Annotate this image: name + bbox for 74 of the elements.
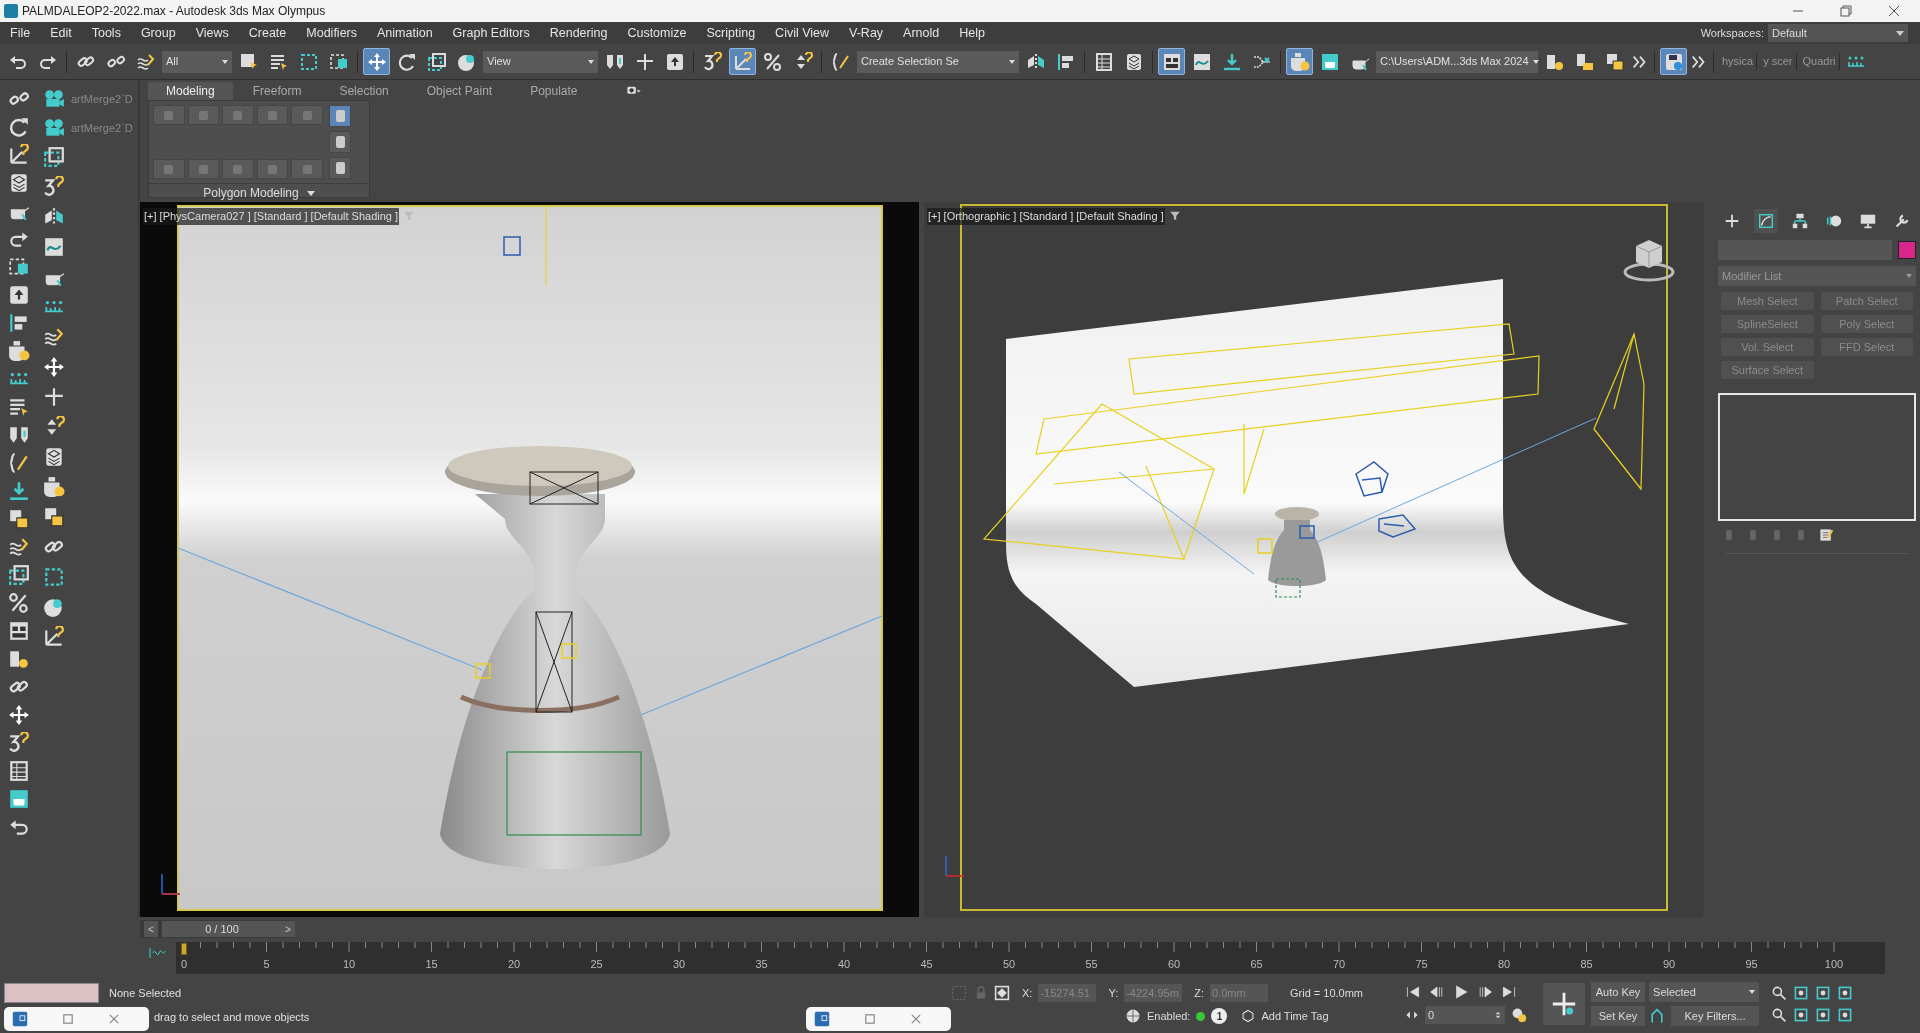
frame-number: 70	[1332, 957, 1346, 972]
coordinate-label: Z:	[1194, 985, 1204, 1001]
toolbar-dropdown[interactable]: Create Selection Se	[857, 50, 1019, 73]
frame-number: 60	[1167, 957, 1181, 972]
set-key-button[interactable]: Set Key	[1591, 1006, 1646, 1026]
enabled-label: Enabled:	[1147, 1008, 1191, 1024]
time-slider-thumb[interactable]: 0 / 100	[162, 921, 282, 937]
frame-number: 5	[263, 957, 270, 972]
frame-number: 75	[1415, 957, 1428, 972]
frame-number: 20	[507, 957, 521, 972]
layer-badge[interactable]: 1	[1211, 1008, 1228, 1024]
current-frame-field[interactable]: 0	[1425, 1006, 1506, 1024]
auto-key-button[interactable]: Auto Key	[1591, 982, 1646, 1002]
grid-size-text: Grid = 10.0mm	[1290, 985, 1364, 1001]
frame-number: 35	[755, 957, 768, 972]
frame-number: 80	[1497, 957, 1511, 972]
menu-item[interactable]: Tools	[81, 23, 131, 43]
frame-number: 100	[1824, 957, 1844, 972]
menu-item[interactable]: Edit	[40, 23, 82, 43]
viewport-label[interactable]: [+] [PhysCamera027 ] [Standard ] [Default Shading ]	[143, 208, 400, 225]
frame-number: 10	[342, 957, 356, 972]
window-title: PALMDALEOP2-2022.max - Autodesk 3ds Max Olympus	[22, 3, 326, 20]
frame-number: 40	[837, 957, 851, 972]
frame-number: 50	[1002, 957, 1016, 972]
time-ruler[interactable]: 0 5 10 15 20 25 30 35 40 45 50 55 60 65 70 75 80 85 90 95 100	[176, 942, 1885, 974]
frame-number: 95	[1745, 957, 1758, 972]
frame-number: 55	[1085, 957, 1098, 972]
viewport[interactable]: [+] [PhysCamera027 ] [Standard ] [Default Shading ]	[140, 202, 919, 917]
frame-number: 30	[672, 957, 686, 972]
selection-status: None Selected	[109, 985, 182, 1001]
key-filters-button[interactable]: Key Filters...	[1671, 1006, 1760, 1026]
menu-item[interactable]: Help	[949, 23, 995, 43]
coordinate-label: X:	[1022, 985, 1033, 1001]
frame-number: 0	[180, 957, 188, 972]
frame-number: 85	[1580, 957, 1593, 972]
menu-item[interactable]: Customize	[617, 23, 697, 43]
menu-item[interactable]: Modifiers	[296, 23, 367, 43]
shelf-label[interactable]: Quadri	[1799, 53, 1840, 70]
menu-item[interactable]: File	[0, 23, 41, 43]
ribbon-tab[interactable]: Freeform	[234, 82, 320, 100]
add-time-tag-link[interactable]: Add Time Tag	[1261, 1007, 1329, 1025]
workspaces-dropdown[interactable]: Default	[1768, 24, 1908, 42]
toolbar-dropdown[interactable]: C:\Users\ADM...3ds Max 2024	[1376, 50, 1538, 73]
frame-number: 25	[590, 957, 603, 972]
menu-item[interactable]: Create	[238, 23, 297, 43]
workspaces-label: Workspaces:	[1700, 25, 1764, 41]
menu-item[interactable]: Group	[130, 23, 186, 43]
prompt-text: drag to select and move objects	[154, 1009, 310, 1025]
menu-item[interactable]: Graph Editors	[442, 23, 540, 43]
viewport[interactable]: [+] [Orthographic ] [Standard ] [Default Shading ]	[924, 202, 1703, 917]
shelf-label[interactable]: y scer	[1760, 53, 1797, 70]
menu-item[interactable]: Scripting	[696, 23, 766, 43]
frame-number: 45	[920, 957, 933, 972]
menu-item[interactable]: Rendering	[539, 23, 618, 43]
ribbon-tab[interactable]: Populate	[512, 82, 596, 100]
frame-number: 90	[1662, 957, 1676, 972]
toolbar-dropdown[interactable]: View	[483, 50, 598, 73]
key-mode-dropdown[interactable]: Selected	[1649, 982, 1760, 1002]
shelf-label[interactable]: hysica	[1719, 53, 1758, 70]
next-frame-button[interactable]: >	[281, 921, 295, 937]
menu-item[interactable]: V-Ray	[839, 23, 894, 43]
menu-item[interactable]: Animation	[367, 23, 443, 43]
toolbar-dropdown[interactable]: All	[162, 50, 232, 73]
viewport-label[interactable]: [+] [Orthographic ] [Standard ] [Default Shading ]	[927, 208, 1165, 225]
frame-number: 65	[1250, 957, 1263, 972]
previous-frame-button[interactable]: <	[144, 921, 158, 937]
menu-item[interactable]: Arnold	[893, 23, 950, 43]
menu-item[interactable]: Views	[185, 23, 239, 43]
frame-number: 15	[425, 957, 438, 972]
ribbon-tab[interactable]: Object Paint	[408, 82, 511, 100]
ribbon-tab[interactable]: Selection	[321, 82, 407, 100]
menu-item[interactable]: Civil View	[765, 23, 840, 43]
ribbon-tab[interactable]: Modeling	[148, 82, 233, 100]
coordinate-label: Y:	[1108, 985, 1119, 1001]
